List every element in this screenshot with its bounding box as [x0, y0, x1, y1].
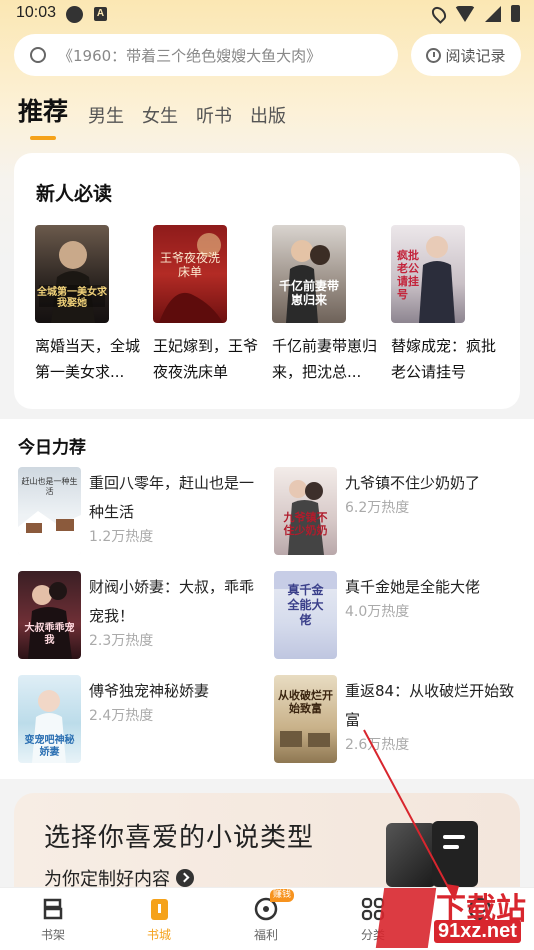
nav-label: 福利	[253, 928, 278, 942]
book-heat: 4.0万热度	[345, 604, 410, 620]
book-heat: 2.6万热度	[345, 737, 410, 753]
book-heat: 1.2万热度	[89, 529, 154, 545]
bookshelf-icon	[40, 896, 66, 922]
watermark-logo-icon	[375, 888, 437, 948]
book-title: 重返84：从收破烂开始致富	[345, 682, 515, 729]
recommend-book[interactable]: 赶山也是一种生活 重回八零年，赶山也是一种生活 1.2万热度	[18, 467, 268, 557]
book-illustration-icon	[432, 821, 478, 887]
cover-title: 疯批老公请挂号	[397, 249, 419, 301]
battery-icon	[511, 5, 520, 22]
book-title: 傅爷独宠神秘娇妻	[89, 682, 210, 700]
nav-label: 书架	[40, 928, 65, 942]
new-reader-book[interactable]: 千亿前妻带崽归来 千亿前妻带崽归来，把沈总...	[272, 225, 382, 385]
app-badge-icon: A	[94, 7, 107, 21]
cover-title: 千亿前妻带崽归来	[278, 279, 339, 307]
new-reader-title: 新人必读	[36, 183, 113, 205]
book-title: 王妃嫁到，王爷夜夜洗床单	[153, 337, 259, 381]
search-icon	[30, 47, 46, 63]
recommend-book[interactable]: 九爷镇不住少奶奶 九爷镇不住少奶奶了 6.2万热度	[274, 467, 524, 557]
book-cover: 变宠吧神秘娇妻	[18, 675, 81, 763]
watermark-url: 91xz.net	[434, 920, 521, 943]
book-cover: 赶山也是一种生活	[18, 467, 81, 555]
search-placeholder: 《1960：带着三个绝色嫂嫂大鱼大肉》	[58, 46, 322, 65]
book-title: 千亿前妻带崽归来，把沈总...	[272, 337, 378, 381]
new-reader-card: 新人必读 全城第一美女求我娶她 离婚当天，全城第一美女求... 王爷夜夜洗床单 …	[14, 153, 520, 409]
recommend-book[interactable]: 变宠吧神秘娇妻 傅爷独宠神秘娇妻 2.4万热度	[18, 675, 268, 765]
tab-female[interactable]: 女生	[142, 102, 178, 128]
search-bar[interactable]: 《1960：带着三个绝色嫂嫂大鱼大肉》	[14, 34, 398, 76]
recommend-book[interactable]: 真千金全能大佬 真千金她是全能大佬 4.0万热度	[274, 571, 524, 661]
book-cover: 真千金全能大佬	[274, 571, 337, 659]
cover-title: 真千金全能大佬	[287, 583, 324, 627]
status-time: 10:03	[16, 4, 57, 21]
book-heat: 2.3万热度	[89, 633, 154, 649]
book-title: 重回八零年，赶山也是一种生活	[89, 474, 255, 521]
recommend-book[interactable]: 大叔乖乖宠我 财阀小娇妻：大叔，乖乖宠我！ 2.3万热度	[18, 571, 268, 661]
book-title: 真千金她是全能大佬	[345, 578, 481, 596]
new-reader-book[interactable]: 王爷夜夜洗床单 王妃嫁到，王爷夜夜洗床单	[153, 225, 263, 385]
tab-recommend[interactable]: 推荐	[18, 92, 68, 140]
status-bar: 10:03 A	[0, 0, 534, 28]
book-cover: 疯批老公请挂号	[391, 225, 465, 323]
new-reader-book[interactable]: 疯批老公请挂号 替嫁成宠：疯批老公请挂号	[391, 225, 501, 385]
book-title: 财阀小娇妻：大叔，乖乖宠我！	[89, 578, 255, 625]
new-reader-book[interactable]: 全城第一美女求我娶她 离婚当天，全城第一美女求...	[35, 225, 145, 385]
recommend-book[interactable]: 从收破烂开始致富 重返84：从收破烂开始致富 2.6万热度	[274, 675, 524, 765]
book-cover: 九爷镇不住少奶奶	[274, 467, 337, 555]
site-watermark: 下载站 91xz.net	[375, 882, 534, 950]
reading-history-label: 阅读记录	[445, 46, 506, 65]
cover-art	[286, 240, 330, 323]
signal-icon	[485, 5, 501, 22]
today-recommend-section: 今日力荐 赶山也是一种生活 重回八零年，赶山也是一种生活 1.2万热度 九爷镇不…	[0, 419, 534, 779]
book-illustration-icon	[386, 823, 436, 887]
book-cover: 全城第一美女求我娶她	[35, 225, 109, 323]
cover-title: 赶山也是一种生活	[21, 477, 78, 496]
wifi-icon	[455, 5, 475, 22]
book-cover: 王爷夜夜洗床单	[153, 225, 227, 323]
book-cover: 千亿前妻带崽归来	[272, 225, 346, 323]
nav-label: 书城	[146, 928, 171, 942]
location-icon	[429, 3, 449, 24]
cover-title: 大叔乖乖宠我	[24, 623, 75, 646]
reading-history-button[interactable]: 阅读记录	[411, 34, 521, 76]
book-cover: 从收破烂开始致富	[274, 675, 337, 763]
bookstore-icon	[146, 896, 172, 922]
cover-title: 全城第一美女求我娶她	[37, 287, 107, 309]
book-cover: 大叔乖乖宠我	[18, 571, 81, 659]
book-heat: 6.2万热度	[345, 500, 410, 516]
tab-audiobook[interactable]: 听书	[196, 102, 232, 128]
welfare-badge: 赚钱	[270, 889, 295, 902]
cover-title: 九爷镇不住少奶奶	[283, 511, 328, 537]
clock-icon	[426, 47, 442, 63]
book-title: 替嫁成宠：疯批老公请挂号	[391, 337, 497, 381]
app-notification-icon	[66, 6, 83, 23]
book-title: 九爷镇不住少奶奶了	[345, 474, 481, 492]
welfare-icon: 赚钱	[253, 889, 295, 922]
nav-welfare[interactable]: 赚钱 福利	[236, 889, 296, 943]
cover-title: 从收破烂开始致富	[278, 689, 333, 715]
cover-title: 变宠吧神秘娇妻	[24, 735, 75, 758]
arrow-right-icon	[176, 869, 194, 887]
book-title: 离婚当天，全城第一美女求...	[35, 337, 141, 381]
book-heat: 2.4万热度	[89, 708, 154, 724]
cover-title: 王爷夜夜洗床单	[159, 251, 220, 279]
tab-publishing[interactable]: 出版	[250, 102, 286, 128]
banner-title: 选择你喜爱的小说类型	[44, 823, 315, 853]
today-title: 今日力荐	[18, 438, 86, 458]
nav-bookstore[interactable]: 书城	[129, 896, 189, 943]
tab-male[interactable]: 男生	[88, 102, 124, 128]
nav-bookshelf[interactable]: 书架	[23, 896, 83, 943]
category-tabs: 推荐 男生 女生 听书 出版	[18, 92, 304, 140]
